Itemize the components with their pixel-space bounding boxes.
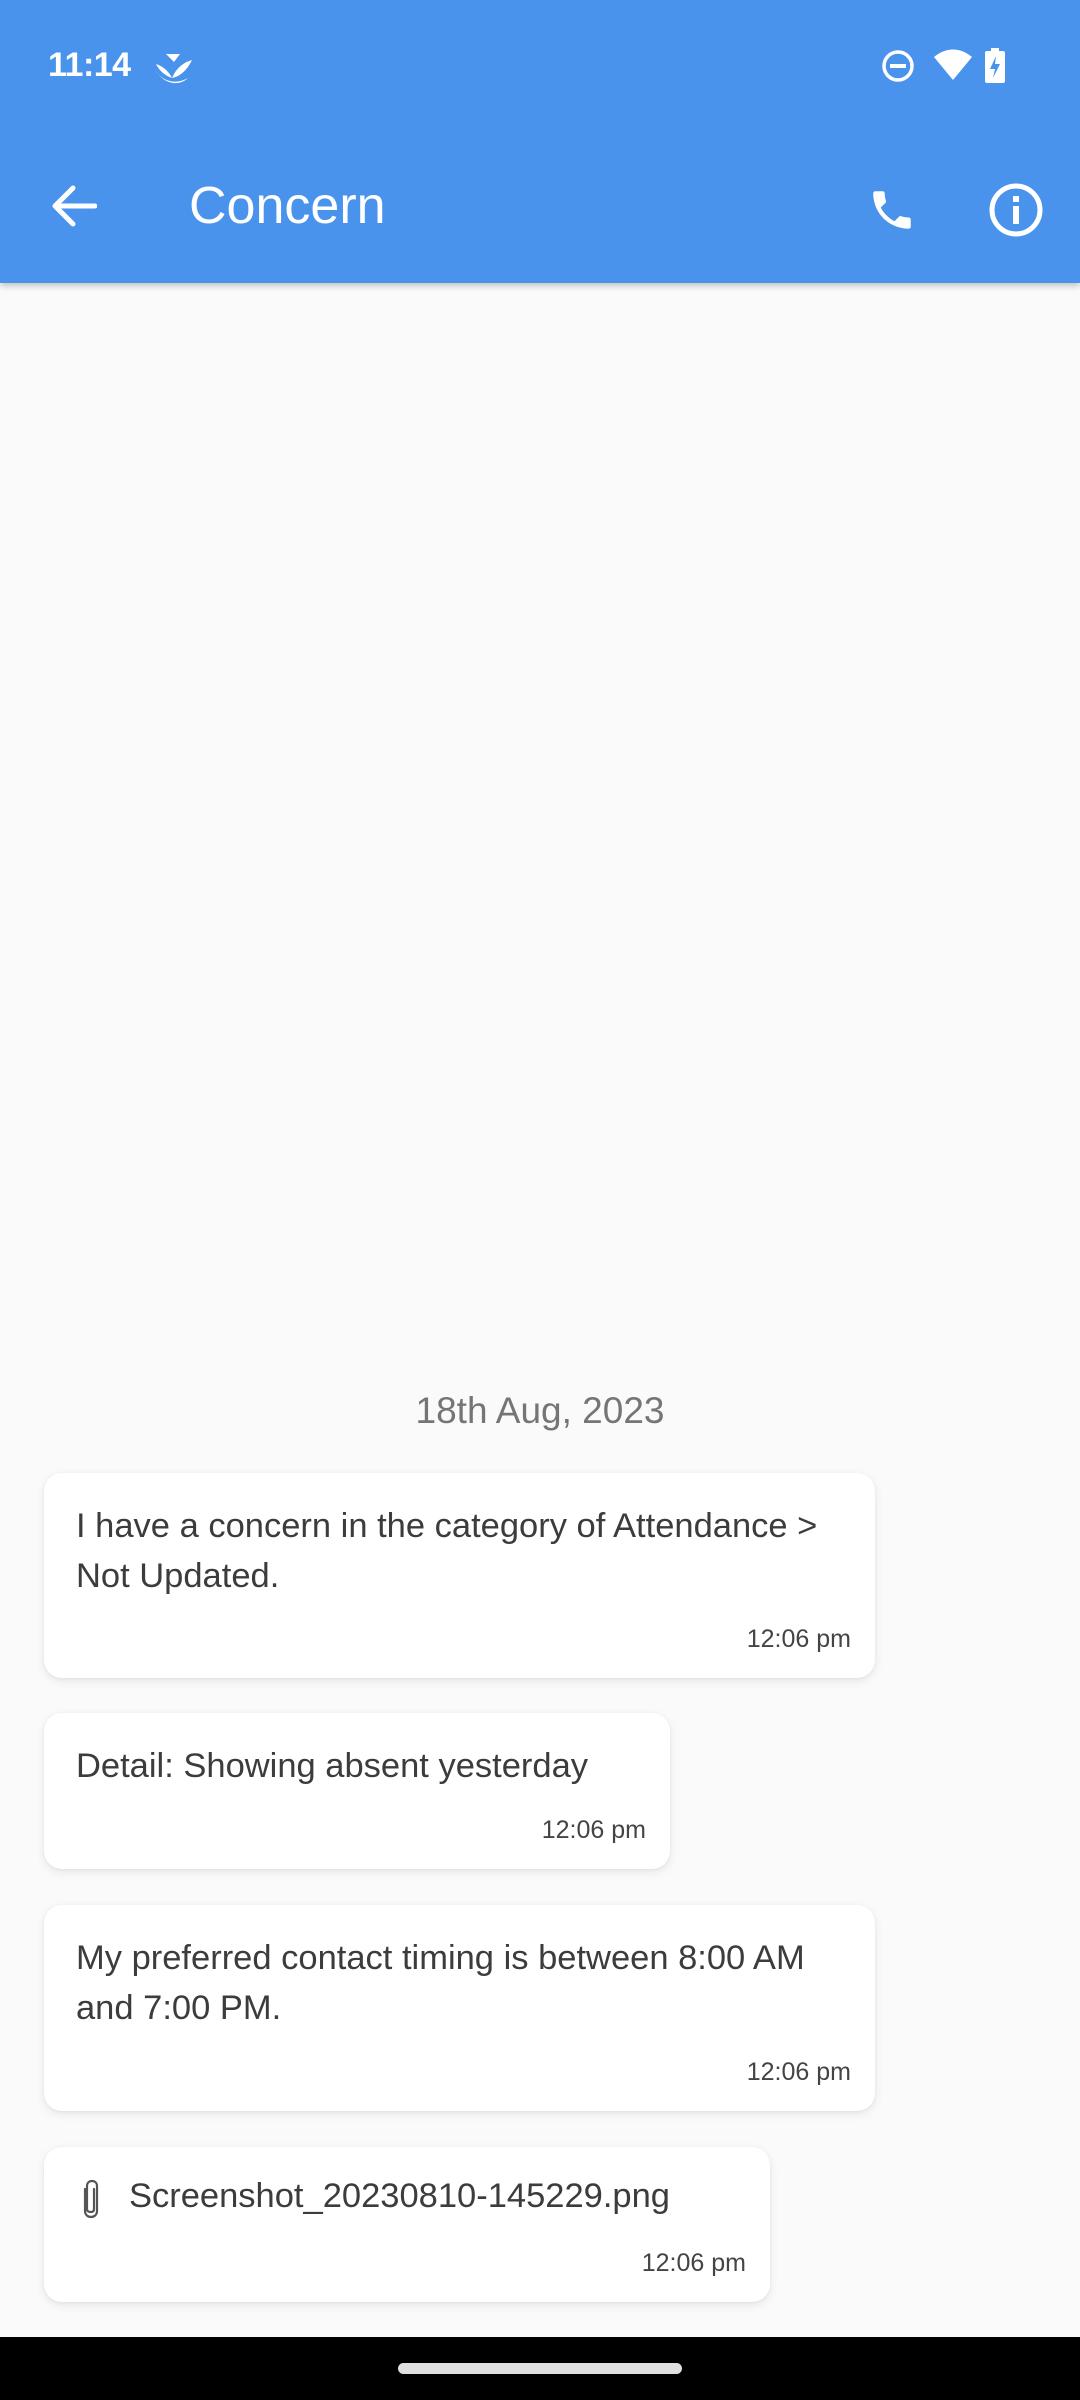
message-bubble: I have a concern in the category of Atte… xyxy=(44,1473,875,1678)
page-title: Concern xyxy=(189,177,386,235)
system-nav-bar xyxy=(0,2337,1080,2400)
attachment-filename[interactable]: Screenshot_20230810-145229.png xyxy=(129,2171,738,2221)
battery-charging-icon xyxy=(984,48,1006,89)
call-button[interactable] xyxy=(852,172,932,252)
message-time: 12:06 pm xyxy=(541,1816,646,1844)
arrow-back-icon xyxy=(51,185,98,232)
wifi-icon xyxy=(932,48,974,89)
attachment-message[interactable]: Screenshot_20230810-145229.png 12:06 pm xyxy=(44,2147,770,2302)
info-button[interactable] xyxy=(976,172,1056,252)
app-notification-icon xyxy=(152,50,196,86)
message-text: Detail: Showing absent yesterday xyxy=(76,1747,589,1785)
message-bubble: My preferred contact timing is between 8… xyxy=(44,1905,875,2111)
message-text: I have a concern in the category of Atte… xyxy=(76,1507,818,1595)
message-text: My preferred contact timing is between 8… xyxy=(76,1939,805,2027)
app-header: 11:14 Concern xyxy=(0,0,1080,283)
paperclip-icon xyxy=(74,2177,108,2223)
message-time: 12:06 pm xyxy=(746,2058,851,2086)
do-not-disturb-icon xyxy=(880,48,916,89)
message-time: 12:06 pm xyxy=(641,2249,746,2277)
info-icon xyxy=(988,182,1044,243)
back-button[interactable] xyxy=(36,170,112,246)
date-separator: 18th Aug, 2023 xyxy=(415,1390,665,1431)
message-bubble: Detail: Showing absent yesterday 12:06 p… xyxy=(44,1713,670,1869)
home-gesture-handle[interactable] xyxy=(398,2363,682,2374)
phone-icon xyxy=(867,185,917,240)
status-time: 11:14 xyxy=(48,46,131,84)
message-time: 12:06 pm xyxy=(746,1625,851,1653)
